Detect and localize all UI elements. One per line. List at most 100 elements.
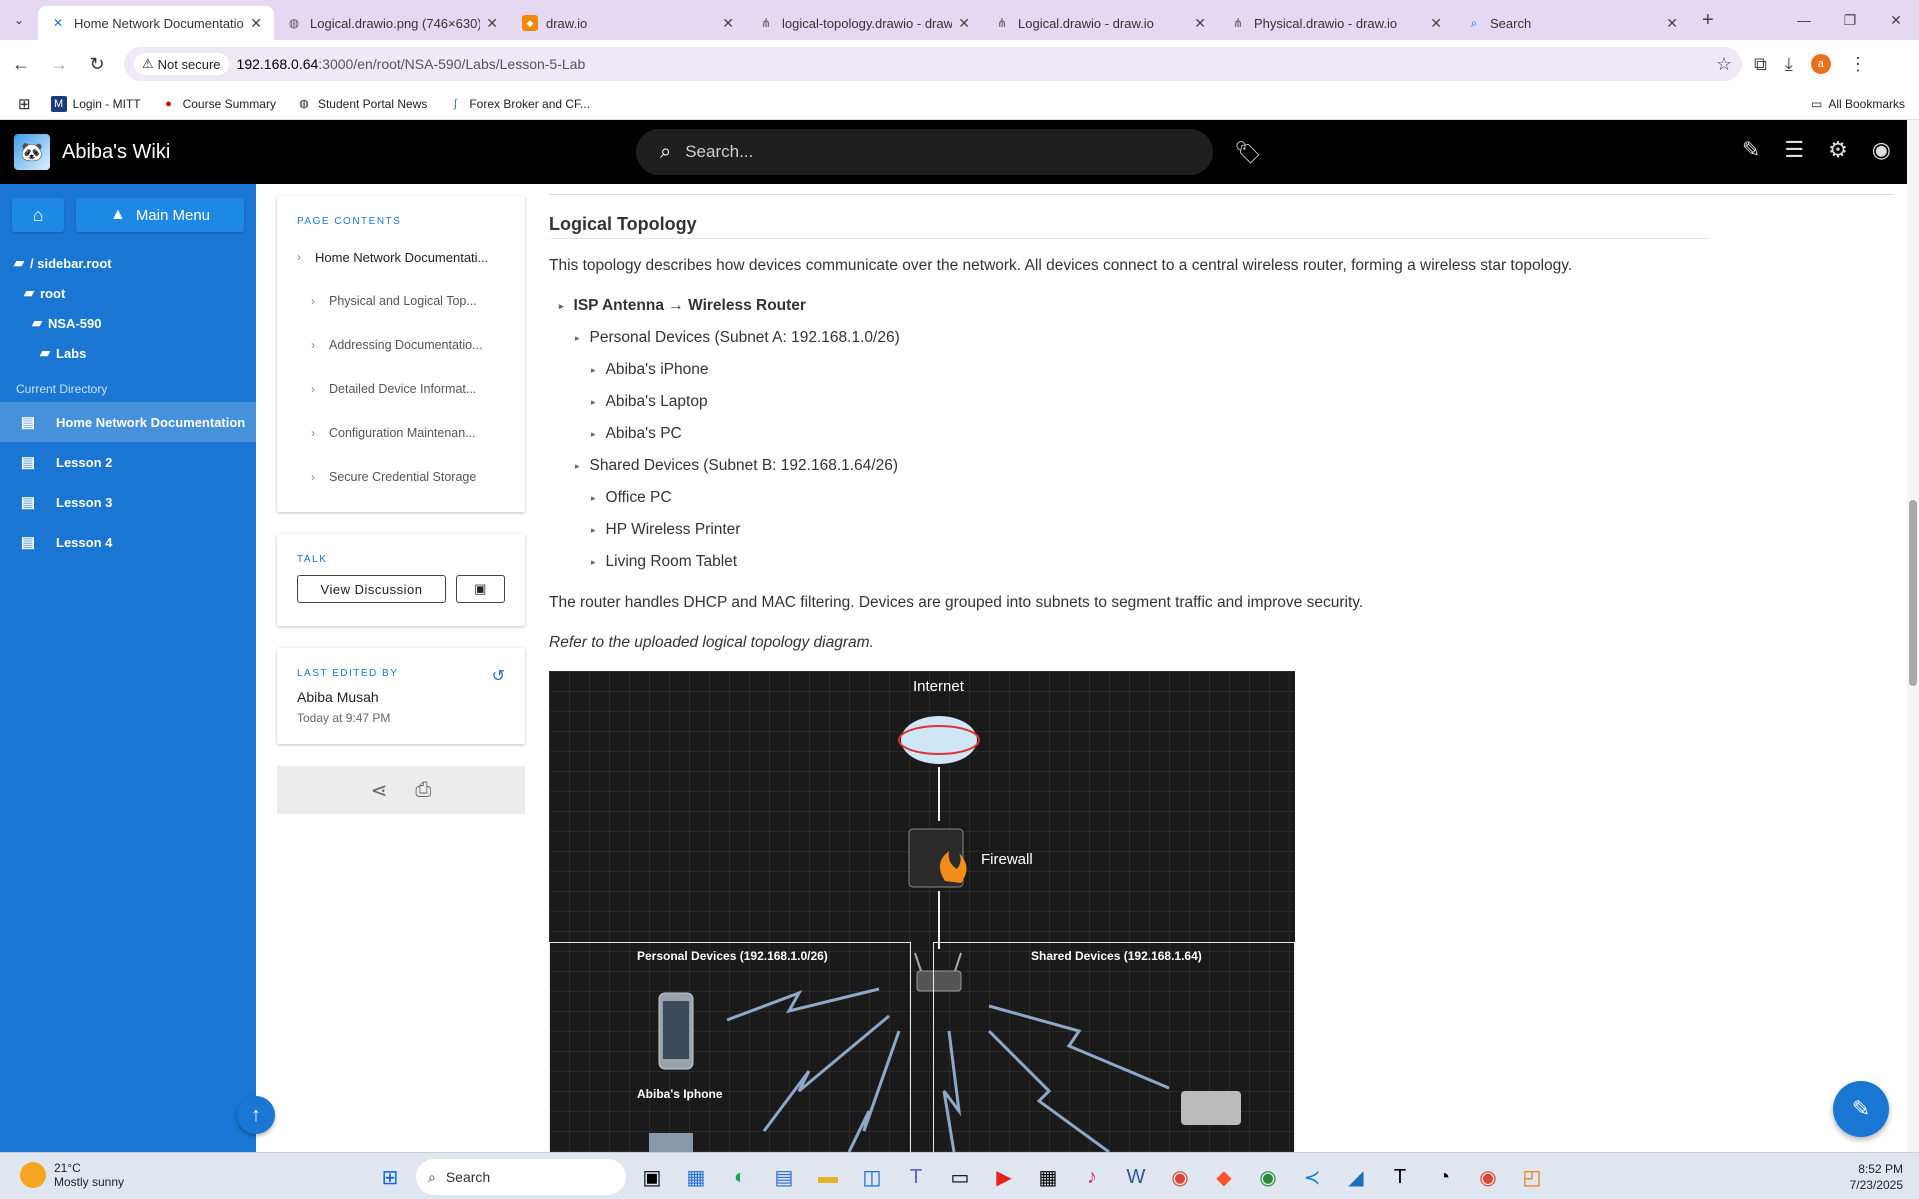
task-view-icon[interactable]: ▣ [634,1159,670,1195]
chrome-beta-icon[interactable]: ◉ [1250,1159,1286,1195]
snipping-tool-icon[interactable]: ◰ [1514,1159,1550,1195]
tab-logical-png[interactable]: ◍ Logical.drawio.png (746×630) ✕ [274,6,510,40]
main-menu-button[interactable]: ▲ Main Menu [76,198,244,232]
more-menu-icon[interactable]: ⋮ [1849,54,1867,75]
home-button[interactable]: ⌂ [12,198,64,232]
tags-icon[interactable]: 🏷 [1234,140,1262,166]
sidebar-item-lesson-4[interactable]: ▤ Lesson 4 [0,522,256,562]
print-icon[interactable]: ⎙ [415,779,431,802]
windows-start-icon[interactable]: ⊞ [372,1159,408,1195]
chevron-right-icon: › [311,338,315,352]
wiki-title[interactable]: Abiba's Wiki [62,141,170,164]
close-tab-icon[interactable]: ✕ [486,15,498,32]
view-discussion-button[interactable]: View Discussion [297,575,446,603]
minimize-icon[interactable]: — [1781,0,1827,40]
tab-search[interactable]: ⌕ Search ✕ [1454,6,1690,40]
file-explorer-icon[interactable]: ▬ [810,1159,846,1195]
security-chip[interactable]: ⚠ Not secure [134,53,229,75]
close-tab-icon[interactable]: ✕ [722,15,734,32]
tab-logical-topology[interactable]: ⋔ logical-topology.drawio - draw.io ✕ [746,6,982,40]
tab-home-network[interactable]: ✕ Home Network Documentation ✕ [38,6,274,40]
header-actions: ✎ ☰ ⚙ ◉ [1742,137,1891,163]
notepad-icon[interactable]: ▤ [766,1159,802,1195]
tab-logical-drawio[interactable]: ⋔ Logical.drawio - draw.io ✕ [982,6,1218,40]
chrome-icon[interactable]: ◉ [1162,1159,1198,1195]
sidebar-item-home-network[interactable]: ▤ Home Network Documentation [0,402,256,442]
close-tab-icon[interactable]: ✕ [250,15,262,32]
new-comment-button[interactable]: ▣ [455,575,505,603]
bookmark-login-mitt[interactable]: M Login - MITT [50,95,141,112]
tab-drawio[interactable]: ◆ draw.io ✕ [510,6,746,40]
document-icon: ▤ [20,494,36,511]
vscode-icon[interactable]: ≺ [1294,1159,1330,1195]
terminal-icon[interactable]: ▭ [942,1159,978,1195]
toc-item[interactable]: › Addressing Documentatio... [297,323,525,367]
toc-item[interactable]: › Secure Credential Storage [297,455,525,499]
sidebar-item-lesson-3[interactable]: ▤ Lesson 3 [0,482,256,522]
scrollbar-thumb[interactable] [1909,500,1917,686]
list-item: ▸ Abiba's PC [591,425,682,443]
close-tab-icon[interactable]: ✕ [1194,15,1206,32]
tree-item-labs[interactable]: ▰ Labs [0,338,256,368]
download-icon[interactable]: ⤓ [1785,54,1793,75]
apps-icon[interactable]: ⊞ [18,95,31,113]
close-window-icon[interactable]: ✕ [1873,0,1919,40]
wiki-logo[interactable]: 🐼 [14,134,50,170]
close-tab-icon[interactable]: ✕ [1430,15,1442,32]
music-icon[interactable]: ♪ [1074,1159,1110,1195]
sidebar-item-lesson-2[interactable]: ▤ Lesson 2 [0,442,256,482]
router-antenna [914,952,922,972]
chrome-profile-icon[interactable]: ◉ [1470,1159,1506,1195]
toc-item[interactable]: › Home Network Documentati... [297,235,525,279]
tab-physical-drawio[interactable]: ⋔ Physical.drawio - draw.io ✕ [1218,6,1454,40]
weather-widget[interactable]: 21°C Mostly sunny [20,1161,124,1189]
edge-icon[interactable]: ◐ [722,1159,758,1195]
tree-item-sidebar-root[interactable]: ▰ / sidebar.root [0,248,256,278]
reload-icon[interactable]: ↻ [80,47,114,81]
wireshark-icon[interactable]: ◢ [1338,1159,1374,1195]
admin-gear-icon[interactable]: ⚙ [1828,137,1848,163]
outlook-icon[interactable]: ◫ [854,1159,890,1195]
bookmark-course-summary[interactable]: ● Course Summary [161,96,276,112]
forward-icon[interactable]: → [42,47,76,81]
close-tab-icon[interactable]: ✕ [958,15,970,32]
bookmark-star-icon[interactable]: ☆ [1716,54,1732,75]
close-tab-icon[interactable]: ✕ [1666,15,1678,32]
account-icon[interactable]: ◉ [1872,137,1891,163]
calculator-icon[interactable]: ▦ [1030,1159,1066,1195]
youtube-icon[interactable]: ▶ [986,1159,1022,1195]
all-bookmarks[interactable]: ▭ All Bookmarks [1811,97,1905,111]
brave-icon[interactable]: ◆ [1206,1159,1242,1195]
tree-item-root[interactable]: ▰ root [0,278,256,308]
toc-item[interactable]: › Detailed Device Informat... [297,367,525,411]
history-icon[interactable]: ↺ [492,666,505,686]
new-tab-icon[interactable]: + [1702,9,1714,32]
tradingview-icon[interactable]: T [1382,1159,1418,1195]
word-icon[interactable]: W [1118,1159,1154,1195]
refer-paragraph: Refer to the uploaded logical topology d… [549,634,874,651]
toc-item[interactable]: › Configuration Maintenan... [297,411,525,455]
bookmark-forex[interactable]: ∫ Forex Broker and CF... [447,96,590,112]
current-directory-label: Current Directory [16,382,108,396]
taskbar-search[interactable]: ⌕ Search [416,1159,626,1195]
clock-app-icon[interactable]: ◔ [1426,1159,1462,1195]
tab-search-menu-icon[interactable]: ⌄ [0,0,38,40]
new-page-icon[interactable]: ✎ [1742,137,1760,163]
restore-icon[interactable]: ❐ [1827,0,1873,40]
address-bar[interactable]: ⚠ Not secure 192.168.0.64:3000/en/root/NS… [124,47,1742,81]
share-icon[interactable]: ⋖ [371,778,388,803]
page-scrollbar[interactable] [1907,120,1919,1152]
store-icon[interactable]: ▦ [678,1159,714,1195]
edit-page-button[interactable]: ✎ [1833,1081,1889,1137]
tree-item-nsa-590[interactable]: ▰ NSA-590 [0,308,256,338]
extensions-icon[interactable]: ⧉ [1754,54,1767,75]
teams-icon[interactable]: T [898,1159,934,1195]
page-actions-icon[interactable]: ☰ [1784,137,1804,163]
system-clock[interactable]: 8:52 PM 7/23/2025 [1850,1161,1903,1193]
profile-avatar[interactable]: a [1810,54,1831,74]
scroll-to-top-button[interactable]: ↑ [237,1096,275,1134]
bookmark-student-portal[interactable]: ◍ Student Portal News [296,96,427,112]
back-icon[interactable]: ← [4,47,38,81]
toc-item[interactable]: › Physical and Logical Top... [297,279,525,323]
wiki-search-input[interactable]: ⌕ Search... [636,129,1213,175]
